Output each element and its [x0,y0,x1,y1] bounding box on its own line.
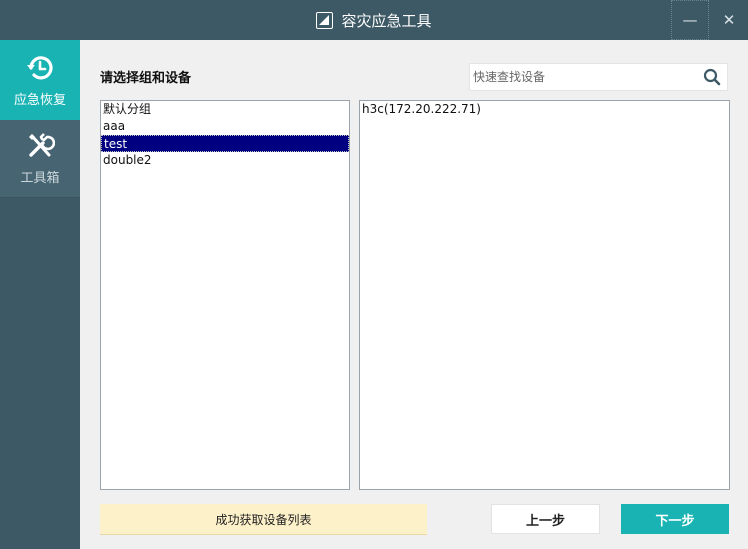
app-logo-icon [316,11,334,29]
window-title: 容灾应急工具 [341,11,432,30]
sidebar: 应急恢复 工具箱 [0,40,80,549]
section-title: 请选择组和设备 [100,71,192,86]
restore-clock-icon [25,53,55,83]
close-button[interactable]: ✕ [710,0,748,40]
group-list-item-selected[interactable]: test [101,135,349,152]
sidebar-item-emergency-recovery[interactable]: 应急恢复 [0,40,80,120]
status-message: 成功获取设备列表 [100,504,427,535]
previous-step-button[interactable]: 上一步 [491,504,600,534]
next-step-button[interactable]: 下一步 [621,504,729,534]
window-title-group: 容灾应急工具 [0,0,748,40]
main-panel: 请选择组和设备 默认分组 aaa test double2 h3c(172.20… [80,40,748,549]
search-box[interactable] [469,63,728,91]
device-list-item[interactable]: h3c(172.20.222.71) [360,101,729,118]
minimize-icon: — [682,11,698,29]
tools-icon [25,131,56,161]
title-bar[interactable]: 容灾应急工具 — ✕ [0,0,748,40]
close-icon: ✕ [722,11,736,29]
sidebar-item-toolbox[interactable]: 工具箱 [0,120,80,198]
search-input[interactable] [470,64,698,90]
group-list[interactable]: 默认分组 aaa test double2 [100,100,350,490]
group-list-item[interactable]: aaa [101,118,349,135]
sidebar-item-label: 工具箱 [20,171,60,186]
group-list-item[interactable]: double2 [101,152,349,169]
minimize-button[interactable]: — [671,0,709,40]
sidebar-item-label: 应急恢复 [13,92,66,108]
device-list[interactable]: h3c(172.20.222.71) [359,100,730,490]
search-icon[interactable] [703,68,721,89]
group-list-item[interactable]: 默认分组 [101,101,349,118]
app-window: 容灾应急工具 — ✕ 应急恢复 工具箱 请选择组和设备 快速查找设备 默认分组 … [0,0,748,549]
